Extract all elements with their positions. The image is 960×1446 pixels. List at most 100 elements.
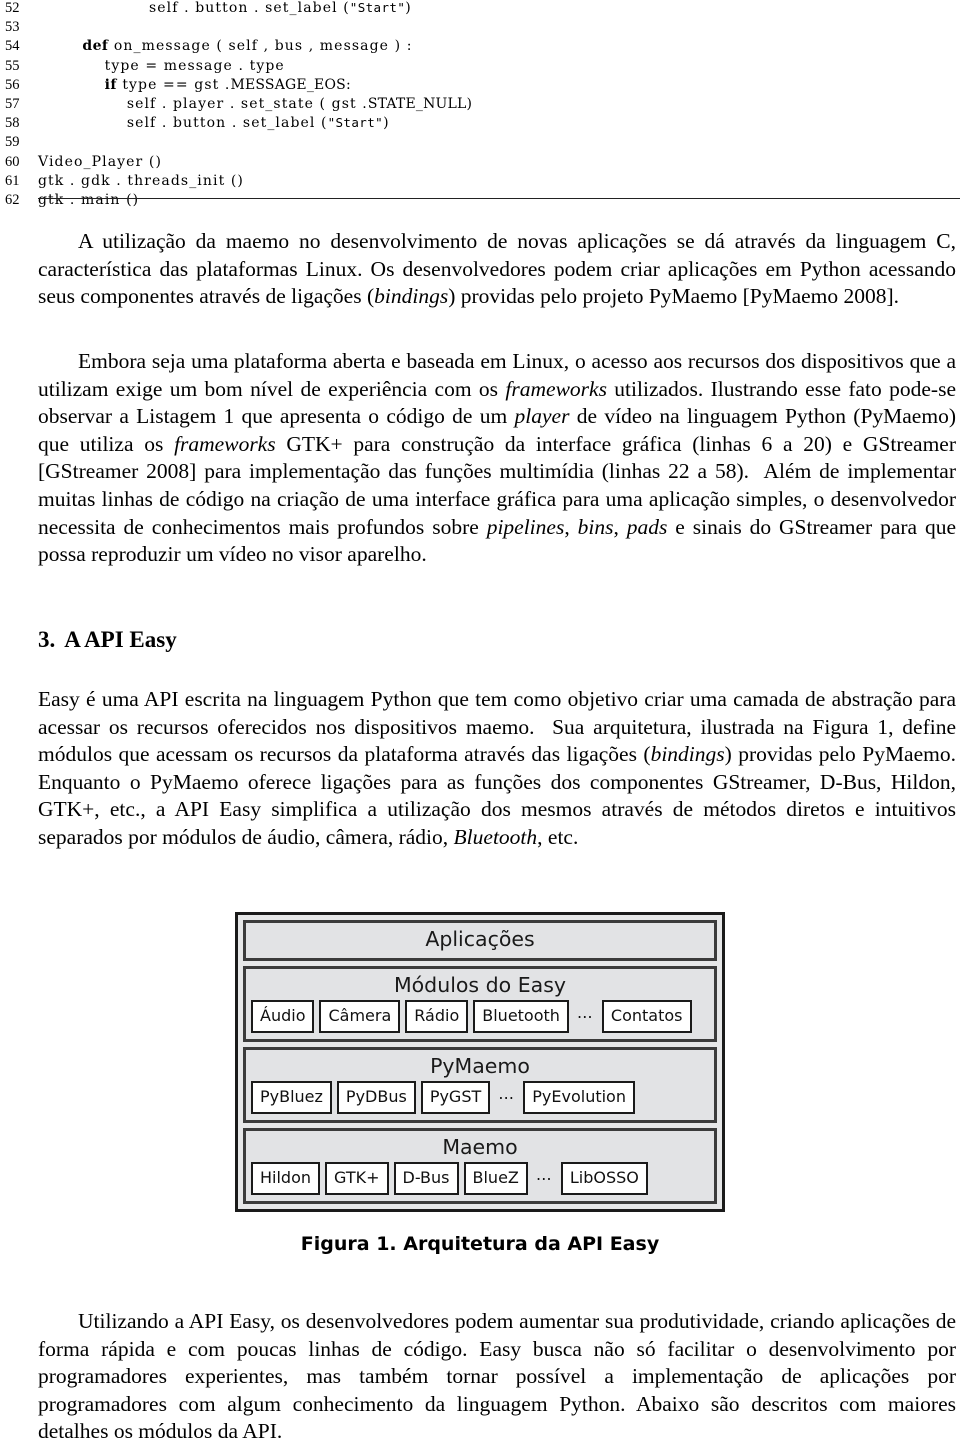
p2-emph-bins: bins <box>577 514 614 539</box>
p1-run-2: ) providas pelo projeto PyMaemo [PyMaemo… <box>448 284 900 309</box>
code-line-text: def on_message ( self , bus , message ) … <box>38 38 960 54</box>
code-line-number: 58 <box>5 115 20 132</box>
diagram-module-pyevolution: PyEvolution <box>523 1081 635 1114</box>
paragraph-maemo: A utilização da maemo no desenvolvimento… <box>38 228 956 311</box>
diagram-layer-pymaemo: PyMaemo PyBluez PyDBus PyGST ⋯ PyEvolution <box>243 1047 717 1123</box>
diagram-module-pydbus: PyDBus <box>336 1081 416 1114</box>
code-line-text: self . button . set_label ("Start") <box>38 0 960 16</box>
code-token: ) <box>383 115 390 132</box>
code-line: 59 <box>0 134 960 153</box>
code-line: 58 self . button . set_label ("Start") <box>0 115 960 134</box>
code-line-number: 52 <box>5 0 20 16</box>
diagram-module-hildon: Hildon <box>251 1162 321 1195</box>
diagram-module-r-dio: Rádio <box>405 1000 469 1033</box>
code-line: 62 gtk . main () <box>0 192 960 211</box>
section-number: 3. <box>38 627 56 652</box>
figure-architecture: Aplicações Módulos do Easy Áudio Câmera Rádi… <box>0 912 960 1255</box>
code-line-text: gtk . gdk . threads_init () <box>38 173 960 189</box>
code-line-text: type = message . type <box>38 58 960 74</box>
paragraph-block-plataforma: Embora seja uma plataforma aberta e base… <box>38 348 956 569</box>
p2-emph-pipelines: pipelines <box>486 514 565 539</box>
diagram-module-contatos: Contatos <box>601 1000 692 1033</box>
code-line: 54 def on_message ( self , bus , message… <box>0 38 960 57</box>
paragraph-block-maemo: A utilização da maemo no desenvolvimento… <box>38 228 956 311</box>
diagram-layer-title: Módulos do Easy <box>393 973 567 997</box>
code-line: 61 gtk . gdk . threads_init () <box>0 173 960 192</box>
code-line: 52 self . button . set_label ("Start") <box>0 0 960 19</box>
diagram-layer-title: Aplicações <box>425 927 535 951</box>
p3-emph-bindings: bindings <box>650 742 725 767</box>
code-token: Video_Player () <box>38 153 163 170</box>
p3-emph-bluetooth: Bluetooth <box>453 824 538 849</box>
diagram-box-row: Áudio Câmera Rádio Bluetooth ⋯ Contatos <box>251 1000 709 1033</box>
diagram-layer-title: PyMaemo <box>430 1054 530 1078</box>
diagram-layer-m-dulos-do-easy: Módulos do Easy Áudio Câmera Rádio Bluetooth… <box>243 966 717 1042</box>
code-line-number: 53 <box>5 19 20 36</box>
code-token: "Start" <box>349 0 406 15</box>
code-token: MESSAGE_EOS <box>230 76 346 93</box>
code-token: gtk . main () <box>38 191 140 208</box>
section-heading: 3. A API Easy <box>38 626 956 654</box>
paragraph-produtividade: Utilizando a API Easy, os desenvolvedore… <box>38 1309 956 1444</box>
paragraph-plataforma: Embora seja uma plataforma aberta e base… <box>38 348 956 569</box>
code-line-number: 62 <box>5 191 20 208</box>
architecture-diagram: Aplicações Módulos do Easy Áudio Câmera Rádi… <box>235 912 725 1212</box>
listing-bottom-rule <box>38 198 960 199</box>
diagram-ellipsis: ⋯ <box>576 1007 594 1026</box>
code-line-number: 56 <box>5 76 20 93</box>
diagram-box-row: PyBluez PyDBus PyGST ⋯ PyEvolution <box>251 1081 709 1114</box>
code-token: ) <box>466 95 474 112</box>
code-token: def <box>82 38 109 55</box>
diagram-ellipsis: ⋯ <box>498 1088 516 1107</box>
diagram-module-d-bus: D-Bus <box>393 1162 459 1195</box>
code-line: 60 Video_Player () <box>0 154 960 173</box>
code-token: self . button . set_label ( <box>149 0 350 16</box>
p2-run-6: , <box>613 514 627 539</box>
paragraph-block-easy: Easy é uma API escrita na linguagem Pyth… <box>38 686 956 852</box>
code-line-text: self . player . set_state ( gst .STATE_N… <box>38 96 960 112</box>
code-token: "Start" <box>327 115 384 131</box>
section-heading-block: 3. A API Easy <box>38 626 956 654</box>
p2-emph-player: player <box>514 404 570 429</box>
diagram-module-libosso: LibOSSO <box>560 1162 648 1195</box>
code-line-number: 55 <box>5 57 20 74</box>
code-token: type == gst . <box>116 76 231 93</box>
p2-emph-frameworks-1: frameworks <box>505 376 607 401</box>
p3-run-3: , etc. <box>537 824 579 849</box>
code-token: type = message . type <box>104 57 285 74</box>
diagram-module--udio: Áudio <box>251 1000 315 1033</box>
paragraph-easy: Easy é uma API escrita na linguagem Pyth… <box>38 686 956 852</box>
code-line: 55 type = message . type <box>0 58 960 77</box>
code-line-number: 54 <box>5 38 20 55</box>
p2-emph-frameworks-2: frameworks <box>174 431 276 456</box>
diagram-module-bluetooth: Bluetooth <box>473 1000 569 1033</box>
p2-emph-pads: pads <box>626 514 668 539</box>
code-token: on_message ( self , bus , message ) : <box>108 38 413 55</box>
code-token: self . button . set_label ( <box>126 115 328 132</box>
code-line-text: Video_Player () <box>38 154 960 170</box>
figure-caption: Figura 1. Arquitetura da API Easy <box>300 1233 660 1255</box>
diagram-module-gtk+: GTK+ <box>325 1162 389 1195</box>
code-token: self . player . set_state ( gst . <box>126 95 368 112</box>
code-line: 56 if type == gst .MESSAGE_EOS: <box>0 77 960 96</box>
diagram-box-row: Hildon GTK+ D-Bus BlueZ ⋯ LibOSSO <box>251 1162 709 1195</box>
code-line-text: gtk . main () <box>38 192 960 208</box>
diagram-module-pybluez: PyBluez <box>251 1081 332 1114</box>
diagram-module-bluez: BlueZ <box>463 1162 528 1195</box>
diagram-layer-maemo: Maemo Hildon GTK+ D-Bus BlueZ ⋯ LibOSSO <box>243 1128 717 1204</box>
diagram-layer-aplica-es: Aplicações <box>243 920 717 961</box>
diagram-module-pygst: PyGST <box>420 1081 491 1114</box>
code-line-number: 57 <box>5 95 20 112</box>
code-line-number: 60 <box>5 153 20 170</box>
code-token: gtk . gdk . threads_init () <box>38 172 244 189</box>
code-line: 53 <box>0 19 960 38</box>
p2-run-5: , <box>564 514 578 539</box>
p1-emph-bindings: bindings <box>374 284 449 309</box>
code-listing-lines: 52 self . button . set_label ("Start") 53… <box>0 0 960 211</box>
diagram-module-c-mera: Câmera <box>319 1000 401 1033</box>
code-token: ) <box>405 0 412 16</box>
section-title: A API Easy <box>64 627 177 652</box>
paragraph-block-produtividade: Utilizando a API Easy, os desenvolvedore… <box>38 1308 956 1446</box>
code-token: if <box>104 76 117 93</box>
diagram-layer-title: Maemo <box>442 1135 518 1159</box>
